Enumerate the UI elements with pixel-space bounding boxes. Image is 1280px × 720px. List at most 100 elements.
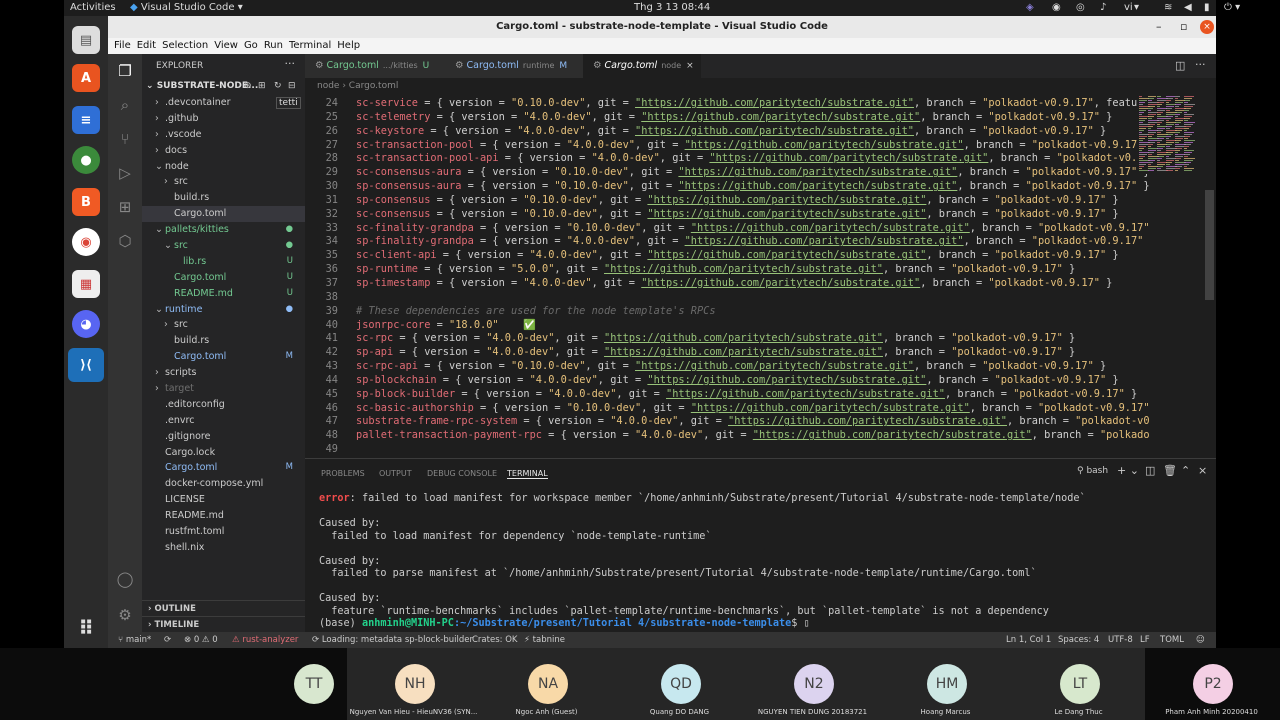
tree-item[interactable]: › .vscode [142,127,305,143]
brave-icon[interactable]: B [72,188,100,216]
problems-indicator[interactable]: ⊗ 0 ⚠ 0 [184,635,218,645]
terminal-prompt[interactable]: (base) anhminh@MINH-PC:~/Substrate/prese… [319,618,1209,631]
editor-scrollbar[interactable] [1205,190,1214,300]
menu-item-selection[interactable]: Selection [162,38,208,54]
terminal-output[interactable]: error: failed to load manifest for works… [319,493,1209,631]
menu-item-run[interactable]: Run [264,38,283,54]
tabnine-status[interactable]: ⚡ tabnine [524,635,565,645]
collapse-all-icon[interactable]: ⊟ [288,79,296,94]
tree-item[interactable]: Cargo.toml [142,206,305,223]
extensions-icon[interactable]: ⊞ [116,198,134,216]
tree-item[interactable]: › .devcontainer [142,95,305,111]
rust-analyzer-status[interactable]: ⚠ rust-analyzer [232,635,298,645]
menu-item-help[interactable]: Help [337,38,360,54]
tree-item[interactable]: .gitignore [142,429,305,445]
new-folder-icon[interactable]: ⊞ [258,79,266,94]
tree-item[interactable]: › .github [142,111,305,127]
panel-tab-problems[interactable]: PROBLEMS [321,469,365,478]
refresh-icon[interactable]: ↻ [274,79,282,94]
show-apps-icon[interactable]: ⠿ [72,614,100,642]
discord-tray-icon[interactable]: ◉ [1052,2,1061,13]
tree-item[interactable]: build.rs [142,190,305,206]
tree-item[interactable]: › scripts [142,365,305,381]
tree-item[interactable]: LICENSE [142,492,305,508]
editor-tab[interactable]: ⚙ Cargo.toml .../kitties U [305,54,445,78]
menu-item-view[interactable]: View [214,38,238,54]
tree-item[interactable]: .editorconfig [142,397,305,413]
timeline-section[interactable]: › TIMELINE [142,616,305,632]
source-control-icon[interactable]: ⑂ [116,130,134,148]
participant-tile[interactable]: QD Quang DO DANG [613,648,746,720]
menu-item-terminal[interactable]: Terminal [289,38,331,54]
participant-tile[interactable]: NH Nguyen Van Hieu - HieuNV36 (SYN... [347,648,480,720]
menu-item-file[interactable]: File [114,38,131,54]
panel-tab-terminal[interactable]: TERMINAL [507,469,548,479]
tree-item[interactable]: › src [142,317,305,333]
chrome-icon[interactable]: ◉ [72,228,100,256]
tree-item[interactable]: docker-compose.yml [142,476,305,492]
menu-item-go[interactable]: Go [244,38,258,54]
tree-item[interactable]: › docs [142,143,305,159]
menu-item-edit[interactable]: Edit [137,38,156,54]
tray-icon[interactable]: ◈ [1026,2,1034,13]
tree-item[interactable]: Cargo.toml U [142,270,305,286]
participant-tile[interactable]: HM Hoang Marcus [879,648,1012,720]
tree-item[interactable]: .envrc [142,413,305,429]
cursor-position[interactable]: Ln 1, Col 1 [1006,635,1051,645]
tree-item[interactable]: rustfmt.toml [142,524,305,540]
activities-button[interactable]: Activities [70,2,116,13]
account-icon[interactable]: ◯ [116,570,134,588]
split-terminal-icon[interactable]: ◫ [1145,464,1155,477]
audio-tray-icon[interactable]: ♪ [1100,2,1106,13]
code-editor[interactable]: 24 sc-service = { version = "0.10.0-dev",… [305,94,1216,458]
tree-item[interactable]: shell.nix [142,540,305,556]
tree-item[interactable]: › src [142,174,305,190]
maximize-button[interactable]: ▫ [1180,16,1187,38]
remote-explorer-icon[interactable]: ⬡ [116,232,134,250]
branch-indicator[interactable]: ⑂ main* [118,635,151,645]
breadcrumb[interactable]: node › Cargo.toml [305,78,1216,94]
language-indicator[interactable]: vi [1124,2,1133,13]
sync-icon[interactable]: ⟳ [164,635,171,645]
line-ending[interactable]: LF [1140,635,1150,645]
editor-tab[interactable]: ⚙ Cargo.toml runtime M [445,54,583,78]
tree-item[interactable]: lib.rs U [142,254,305,270]
power-icon[interactable]: ⏻ ▾ [1224,2,1240,13]
crates-status[interactable]: Crates: OK [472,635,517,645]
tree-item[interactable]: build.rs [142,333,305,349]
chromium-icon[interactable]: ● [72,146,100,174]
app-menu[interactable]: ◆ Visual Studio Code ▾ [130,2,243,13]
tree-item[interactable]: Cargo.toml M [142,349,305,365]
text-editor-icon[interactable]: ≡ [72,106,100,134]
battery-icon[interactable]: ▮ [1204,2,1210,13]
more-actions-icon[interactable]: ··· [285,57,296,70]
encoding[interactable]: UTF-8 [1108,635,1133,645]
clock[interactable]: Thg 3 13 08:44 [634,2,710,13]
tree-item[interactable]: ⌄ pallets/kitties ● [142,222,305,238]
explorer-icon[interactable]: ❐ [116,62,134,80]
volume-icon[interactable]: ◀ [1184,2,1192,13]
files-icon[interactable]: ▤ [72,26,100,54]
feedback-icon[interactable]: ☺ [1196,635,1205,645]
close-window-button[interactable]: × [1200,20,1214,34]
outline-section[interactable]: › OUTLINE [142,600,305,616]
indentation[interactable]: Spaces: 4 [1058,635,1099,645]
tree-item[interactable]: README.md U [142,286,305,302]
software-center-icon[interactable]: A [72,64,100,92]
tree-item[interactable]: Cargo.toml M [142,460,305,476]
tab-close-icon[interactable]: × [686,61,694,71]
project-header[interactable]: ⌄ SUBSTRATE-NODE... ⊕ ⊞ ↻ ⊟ [142,79,305,94]
tree-item[interactable]: README.md [142,508,305,524]
panel-tab-debug-console[interactable]: DEBUG CONSOLE [427,469,497,478]
wifi-icon[interactable]: ≋ [1164,2,1172,13]
editor-more-icon[interactable]: ··· [1195,58,1206,71]
participant-tile[interactable]: N2 NGUYEN TIEN DUNG 20183721 [746,648,879,720]
kill-terminal-icon[interactable]: 🗑 [1163,464,1177,477]
chrome-tray-icon[interactable]: ◎ [1076,2,1085,13]
new-terminal-icon[interactable]: + ⌄ [1117,464,1139,477]
new-file-icon[interactable]: ⊕ [244,79,252,94]
minimap[interactable] [1137,94,1197,174]
close-panel-icon[interactable]: × [1198,464,1207,477]
document-viewer-icon[interactable]: ▦ [72,270,100,298]
tree-item[interactable]: › target [142,381,305,397]
